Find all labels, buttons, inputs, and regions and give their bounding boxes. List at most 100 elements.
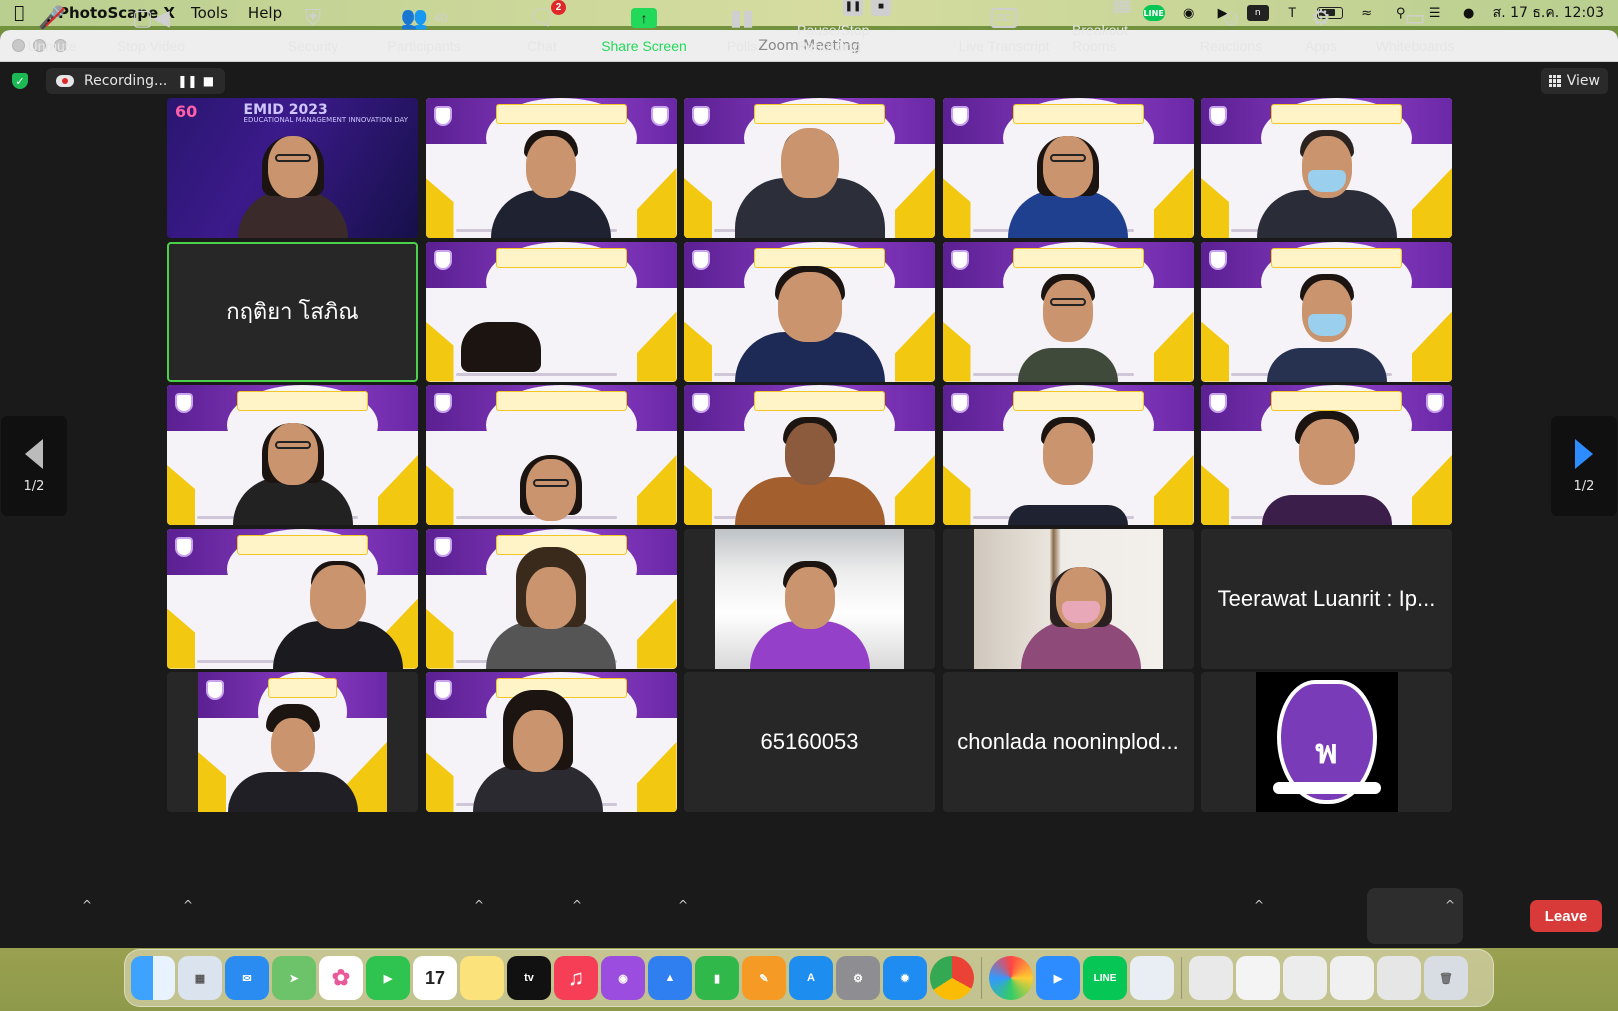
video-tile[interactable] bbox=[425, 241, 677, 382]
video-tile[interactable]: Teerawat Luanrit : Ip... bbox=[1201, 528, 1452, 669]
video-tile[interactable] bbox=[942, 98, 1194, 238]
chrome-icon[interactable] bbox=[930, 956, 974, 1000]
next-page-button[interactable]: 1/2 bbox=[1551, 416, 1617, 516]
stop-video-button[interactable]: ▢◀ Stop Video bbox=[114, 4, 188, 58]
macos-dock: ▦ ✉ ➤ ✿ ▶ 17 tv ♫ ◉ ▲ ▮ ✎ A ⚙ ✹ ▶ LINE 🗑 bbox=[124, 949, 1494, 1007]
video-tile[interactable] bbox=[425, 385, 677, 525]
audio-options-caret[interactable]: ^ bbox=[82, 898, 92, 912]
app-store-icon[interactable]: A bbox=[789, 956, 833, 1000]
calendar-icon[interactable]: 17 bbox=[413, 956, 457, 1000]
video-tile[interactable]: chonlada nooninplod... bbox=[942, 672, 1194, 812]
participants-options-caret[interactable]: ^ bbox=[474, 898, 484, 912]
recent-window-5[interactable] bbox=[1377, 956, 1421, 1000]
photoscape-icon[interactable] bbox=[989, 956, 1033, 1000]
pages-icon[interactable]: ✎ bbox=[742, 956, 786, 1000]
apps-icon: ⚙ bbox=[1311, 5, 1331, 30]
polls-button[interactable]: ▮▮ Polls bbox=[724, 4, 760, 58]
video-tile[interactable] bbox=[942, 528, 1194, 669]
participant-video bbox=[272, 539, 403, 669]
video-tile[interactable] bbox=[167, 385, 418, 525]
whiteboards-options-caret[interactable]: ^ bbox=[1445, 898, 1455, 912]
previous-page-button[interactable]: 1/2 bbox=[1, 416, 67, 516]
video-tile[interactable] bbox=[425, 98, 677, 238]
share-options-caret[interactable]: ^ bbox=[678, 898, 688, 912]
participants-icon: 👥 40 bbox=[400, 5, 448, 30]
stop-recording-icon[interactable]: ■ bbox=[201, 74, 215, 88]
facetime-icon[interactable]: ▶ bbox=[366, 956, 410, 1000]
menu-tools[interactable]: Tools bbox=[191, 4, 228, 22]
notes-icon[interactable] bbox=[460, 956, 504, 1000]
chat-options-caret[interactable]: ^ bbox=[572, 898, 582, 912]
participant-name: กฤติยา โสภิณ bbox=[226, 299, 359, 324]
keynote-icon[interactable]: ▲ bbox=[648, 956, 692, 1000]
reactions-button[interactable]: ☺ Reactions bbox=[1199, 4, 1263, 58]
participant-name: 65160053 bbox=[760, 729, 859, 754]
view-button[interactable]: View bbox=[1540, 68, 1608, 94]
mail-icon[interactable]: ✉ bbox=[225, 956, 269, 1000]
video-tile[interactable] bbox=[425, 672, 677, 812]
recent-window-1[interactable] bbox=[1189, 956, 1233, 1000]
video-tile[interactable] bbox=[1201, 241, 1452, 382]
recording-indicator: Recording... ❚❚ ■ bbox=[46, 68, 226, 94]
video-tile[interactable] bbox=[1201, 385, 1452, 525]
pause-recording-icon[interactable]: ❚❚ bbox=[177, 74, 197, 88]
participant-video bbox=[491, 445, 611, 525]
preview-icon[interactable] bbox=[1130, 956, 1174, 1000]
chat-bubble-icon: 🗨 2 bbox=[528, 0, 566, 32]
video-tile[interactable] bbox=[684, 98, 935, 238]
whiteboards-button[interactable]: ▭ Whiteboards bbox=[1374, 4, 1456, 58]
podcasts-icon[interactable]: ◉ bbox=[601, 956, 645, 1000]
recent-window-3[interactable] bbox=[1283, 956, 1327, 1000]
video-tile[interactable] bbox=[167, 528, 418, 669]
video-tile[interactable]: 65160053 bbox=[684, 672, 935, 812]
numbers-icon[interactable]: ▮ bbox=[695, 956, 739, 1000]
menu-help[interactable]: Help bbox=[248, 4, 282, 22]
breakout-rooms-button[interactable]: ▦ Breakout Rooms bbox=[1072, 0, 1172, 58]
trash-icon[interactable]: 🗑 bbox=[1424, 956, 1468, 1000]
video-tile[interactable] bbox=[1201, 98, 1452, 238]
video-tile[interactable] bbox=[942, 385, 1194, 525]
line-icon[interactable]: LINE bbox=[1083, 956, 1127, 1000]
video-tile[interactable] bbox=[425, 528, 677, 669]
zoom-icon[interactable]: ▶ bbox=[1036, 956, 1080, 1000]
video-tile[interactable] bbox=[942, 241, 1194, 382]
recent-window-4[interactable] bbox=[1330, 956, 1374, 1000]
siri-icon[interactable]: ● bbox=[1459, 5, 1479, 21]
bluetooth-icon[interactable]: Ꭲ bbox=[1283, 5, 1303, 21]
leave-button[interactable]: Leave bbox=[1530, 900, 1602, 932]
participant-video bbox=[232, 405, 353, 525]
live-transcript-button[interactable]: CC Live Transcript bbox=[957, 4, 1051, 58]
launchpad-icon[interactable]: ▦ bbox=[178, 956, 222, 1000]
video-tile[interactable]: พ bbox=[1201, 672, 1452, 812]
encryption-shield-icon[interactable]: ✓ bbox=[12, 73, 28, 89]
share-screen-button[interactable]: ↑ Share Screen bbox=[601, 4, 687, 58]
apps-button[interactable]: ⚙ Apps bbox=[1303, 4, 1339, 58]
maps-icon[interactable]: ➤ bbox=[272, 956, 316, 1000]
photos-icon[interactable]: ✿ bbox=[319, 956, 363, 1000]
polls-label: Polls bbox=[726, 38, 758, 54]
video-options-caret[interactable]: ^ bbox=[183, 898, 193, 912]
unmute-button[interactable]: 🎤 Unmute bbox=[24, 4, 80, 58]
participants-button[interactable]: 👥 40 Participants bbox=[386, 4, 462, 58]
video-tile[interactable] bbox=[684, 241, 935, 382]
safari-icon[interactable]: ✹ bbox=[883, 956, 927, 1000]
calendar-day: 17 bbox=[424, 967, 446, 988]
finder-icon[interactable] bbox=[131, 956, 175, 1000]
video-tile[interactable] bbox=[684, 385, 935, 525]
active-speaker-tile[interactable]: กฤติยา โสภิณ bbox=[167, 241, 418, 382]
video-tile[interactable] bbox=[684, 528, 935, 669]
recent-window-2[interactable] bbox=[1236, 956, 1280, 1000]
tv-icon[interactable]: tv bbox=[507, 956, 551, 1000]
menu-clock[interactable]: ส. 17 ธ.ค. 12:03 bbox=[1493, 2, 1604, 24]
chat-button[interactable]: 🗨 2 Chat bbox=[524, 0, 566, 58]
video-tile[interactable] bbox=[167, 672, 418, 812]
system-settings-icon[interactable]: ⚙ bbox=[836, 956, 880, 1000]
zoom-icon[interactable]: ◉ bbox=[1179, 5, 1199, 21]
share-screen-icon: ↑ bbox=[631, 8, 657, 28]
security-button[interactable]: ⛨ Security bbox=[285, 4, 341, 58]
participant-video bbox=[1020, 549, 1141, 669]
reactions-options-caret[interactable]: ^ bbox=[1254, 898, 1264, 912]
video-tile[interactable]: 60 EMID 2023 EDUCATIONAL MANAGEMENT INNO… bbox=[167, 98, 418, 238]
pause-stop-recording-button[interactable]: ❚❚ ■ Pause/Stop Recording bbox=[797, 0, 937, 58]
music-icon[interactable]: ♫ bbox=[554, 956, 598, 1000]
